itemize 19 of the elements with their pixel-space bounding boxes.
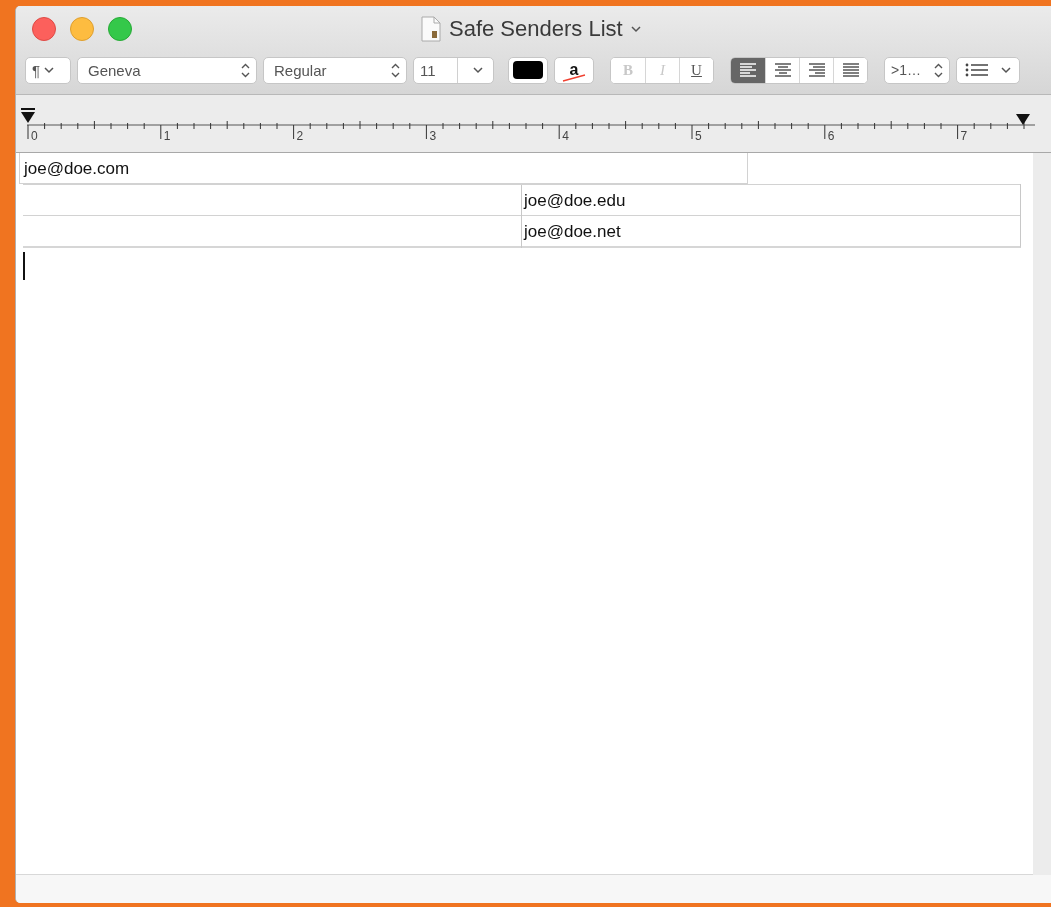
paragraph-style-button[interactable]: ¶: [25, 56, 71, 84]
ruler-number: 2: [295, 129, 305, 143]
window-title: Safe Senders List: [449, 16, 623, 42]
ruler-number: 1: [162, 129, 172, 143]
ruler-number: 4: [561, 129, 570, 143]
ruler-number: 0: [30, 129, 39, 143]
font-size-field[interactable]: 11: [413, 56, 494, 84]
typeface-select[interactable]: Regular: [263, 56, 407, 84]
table-cell: joe@doe.net: [521, 216, 1020, 248]
ruler-number: 5: [694, 129, 703, 143]
font-family-select[interactable]: Geneva: [77, 56, 257, 84]
table-cell-text: joe@doe.com: [22, 158, 131, 180]
ruler-number: 3: [428, 129, 438, 143]
table-cell: joe@doe.edu: [521, 185, 1020, 217]
spacing-select[interactable]: >1…: [884, 56, 950, 84]
ruler-number: 6: [826, 129, 836, 143]
background-color-button[interactable]: a: [554, 56, 594, 84]
ruler-number: 7: [959, 129, 969, 143]
text-style-button[interactable]: U: [679, 57, 713, 83]
